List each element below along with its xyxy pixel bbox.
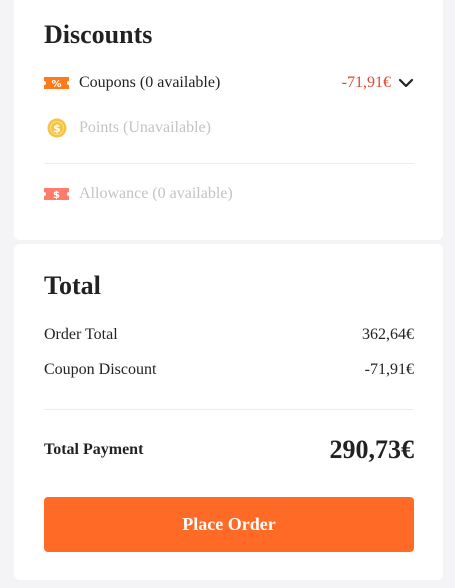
points-label: Points (Unavailable) [79,119,211,136]
percent-coupon-icon: % [44,75,69,91]
total-title: Total [44,271,101,300]
order-total-row: Order Total 362,64€ [44,326,414,344]
total-payment-row: Total Payment 290,73€ [44,432,414,468]
discounts-title: Discounts [44,20,153,49]
order-total-value: 362,64€ [362,326,414,343]
coupon-discount-label: Coupon Discount [44,361,157,378]
allowance-label: Allowance (0 available) [79,185,233,202]
coupon-discount-amount: -71,91€ [364,361,414,378]
svg-text:$: $ [53,122,61,135]
coin-icon: $ [44,118,69,138]
order-total-label: Order Total [44,326,118,343]
total-card: Total Order Total 362,64€ Coupon Discoun… [14,244,443,580]
coupon-discount-row: Coupon Discount -71,91€ [44,361,414,379]
chevron-down-icon[interactable] [398,77,414,89]
total-divider [44,409,414,410]
coupon-discount-value: -71,91€ [341,74,391,91]
points-row: $ Points (Unavailable) [44,118,414,138]
allowance-row: $ Allowance (0 available) [44,185,414,203]
svg-text:$: $ [53,190,60,201]
total-payment-value: 290,73€ [329,435,415,464]
coupons-row[interactable]: % Coupons (0 available) -71,91€ [44,74,414,92]
svg-text:%: % [51,79,61,90]
place-order-button[interactable]: Place Order [44,497,414,552]
discounts-card: Discounts % Coupons (0 available) -71,91… [14,0,443,240]
discounts-divider [44,163,414,164]
coupons-label: Coupons (0 available) [79,74,221,91]
total-payment-label: Total Payment [44,441,144,458]
dollar-ticket-icon: $ [44,186,69,202]
